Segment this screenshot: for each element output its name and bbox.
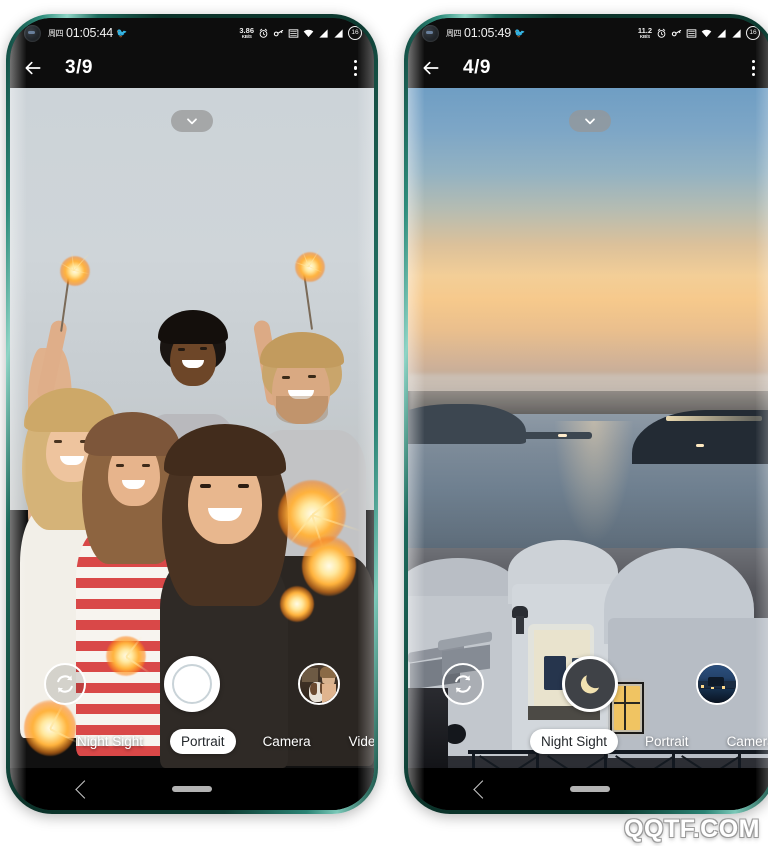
mode-video[interactable]: Video (338, 729, 374, 754)
kebab-menu-icon[interactable] (749, 57, 758, 79)
camera-flip-button[interactable] (442, 663, 484, 705)
mode-camera[interactable]: Camera (716, 729, 768, 754)
phone-right: 周四 01:05:49 🐦 11.2 KB/S 16 4/9 Night Sig… (404, 14, 768, 814)
mode-selector: Night Sight Portrait Camera (408, 729, 768, 754)
phone-left: 周四 01:05:44 🐦 3.86 KB/S 16 3/9 Night Sig… (6, 14, 378, 814)
battery-icon: 16 (746, 26, 760, 40)
status-left-group: 周四 01:05:44 🐦 (48, 26, 127, 40)
signal-icon (732, 28, 741, 38)
network-speed-indicator: 3.86 KB/S (239, 27, 254, 39)
app-header: 3/9 (10, 48, 374, 88)
camera-controls (408, 656, 768, 712)
volte-icon (288, 28, 299, 38)
system-nav-bar (408, 768, 768, 810)
signal-icon (334, 28, 343, 38)
nav-home-indicator[interactable] (570, 786, 610, 792)
status-right-group: 11.2 KB/S 16 (638, 26, 760, 40)
battery-level: 16 (749, 28, 757, 36)
nav-back-icon[interactable] (473, 779, 492, 799)
page-counter: 4/9 (463, 57, 491, 78)
camera-punchhole-icon (422, 24, 439, 42)
phone-left-body: 周四 01:05:44 🐦 3.86 KB/S 16 3/9 Night Sig… (10, 18, 374, 810)
mode-night-sight[interactable]: Night Sight (530, 729, 619, 754)
camera-viewfinder[interactable]: Night Sight Portrait Camera Video (10, 88, 374, 768)
collapse-panel-button[interactable] (569, 110, 611, 132)
status-right-group: 3.86 KB/S 16 (239, 26, 362, 40)
alarm-icon (657, 28, 666, 38)
nav-back-icon[interactable] (75, 779, 94, 799)
volte-icon (686, 28, 697, 38)
mode-portrait[interactable]: Portrait (634, 729, 700, 754)
battery-level: 16 (351, 28, 359, 36)
battery-icon: 16 (348, 26, 362, 40)
moon-icon (580, 675, 600, 694)
chevron-down-icon (187, 118, 197, 125)
signal-icon (319, 28, 328, 38)
page-counter: 3/9 (65, 57, 93, 78)
status-left-group: 周四 01:05:49 🐦 (446, 26, 525, 40)
collapse-panel-button[interactable] (171, 110, 213, 132)
camera-flip-button[interactable] (44, 663, 86, 705)
mode-portrait[interactable]: Portrait (170, 729, 236, 754)
status-clock: 01:05:44 (66, 26, 114, 40)
vpn-key-icon (273, 29, 284, 36)
mode-selector: Night Sight Portrait Camera Video (10, 729, 374, 754)
camera-punchhole-icon (24, 24, 41, 42)
status-bar: 周四 01:05:49 🐦 11.2 KB/S 16 (408, 18, 768, 48)
phone-right-body: 周四 01:05:49 🐦 11.2 KB/S 16 4/9 Night Sig… (408, 18, 768, 810)
status-day-label: 周四 (446, 28, 462, 38)
app-header: 4/9 (408, 48, 768, 88)
nav-home-indicator[interactable] (172, 786, 212, 792)
shutter-inner-ring (172, 664, 212, 704)
mode-camera[interactable]: Camera (252, 729, 322, 754)
shutter-button[interactable] (164, 656, 220, 712)
network-speed-unit: KB/S (639, 33, 650, 39)
bird-icon: 🐦 (116, 27, 128, 38)
chevron-down-icon (585, 118, 595, 125)
alarm-icon (259, 28, 268, 38)
shutter-button-night-sight[interactable] (562, 656, 618, 712)
bird-icon: 🐦 (514, 27, 526, 38)
signal-icon (717, 28, 726, 38)
status-bar: 周四 01:05:44 🐦 3.86 KB/S 16 (10, 18, 374, 48)
arrow-back-icon[interactable] (421, 58, 441, 78)
status-day-label: 周四 (48, 28, 64, 38)
camera-flip-icon (455, 675, 471, 693)
network-speed-indicator: 11.2 KB/S (638, 27, 652, 39)
wifi-icon (303, 29, 314, 37)
camera-controls (10, 656, 374, 712)
camera-flip-icon (57, 675, 73, 693)
screenshot-stage: 周四 01:05:44 🐦 3.86 KB/S 16 3/9 Night Sig… (0, 0, 768, 846)
phone-left-screen: 周四 01:05:44 🐦 3.86 KB/S 16 3/9 Night Sig… (10, 18, 374, 810)
kebab-menu-icon[interactable] (351, 57, 360, 79)
network-speed-unit: KB/S (241, 33, 252, 39)
arrow-back-icon[interactable] (23, 58, 43, 78)
vpn-key-icon (671, 29, 682, 36)
phone-right-screen: 周四 01:05:49 🐦 11.2 KB/S 16 4/9 Night Sig… (408, 18, 768, 810)
wifi-icon (701, 29, 712, 37)
mode-night-sight[interactable]: Night Sight (66, 729, 154, 754)
site-watermark: QQTF.COM (624, 815, 760, 843)
gallery-thumbnail-woman-with-dog[interactable] (298, 663, 340, 705)
system-nav-bar (10, 768, 374, 810)
status-clock: 01:05:49 (464, 26, 512, 40)
gallery-thumbnail-night-cityscape[interactable] (696, 663, 738, 705)
camera-viewfinder[interactable]: Night Sight Portrait Camera (408, 88, 768, 768)
